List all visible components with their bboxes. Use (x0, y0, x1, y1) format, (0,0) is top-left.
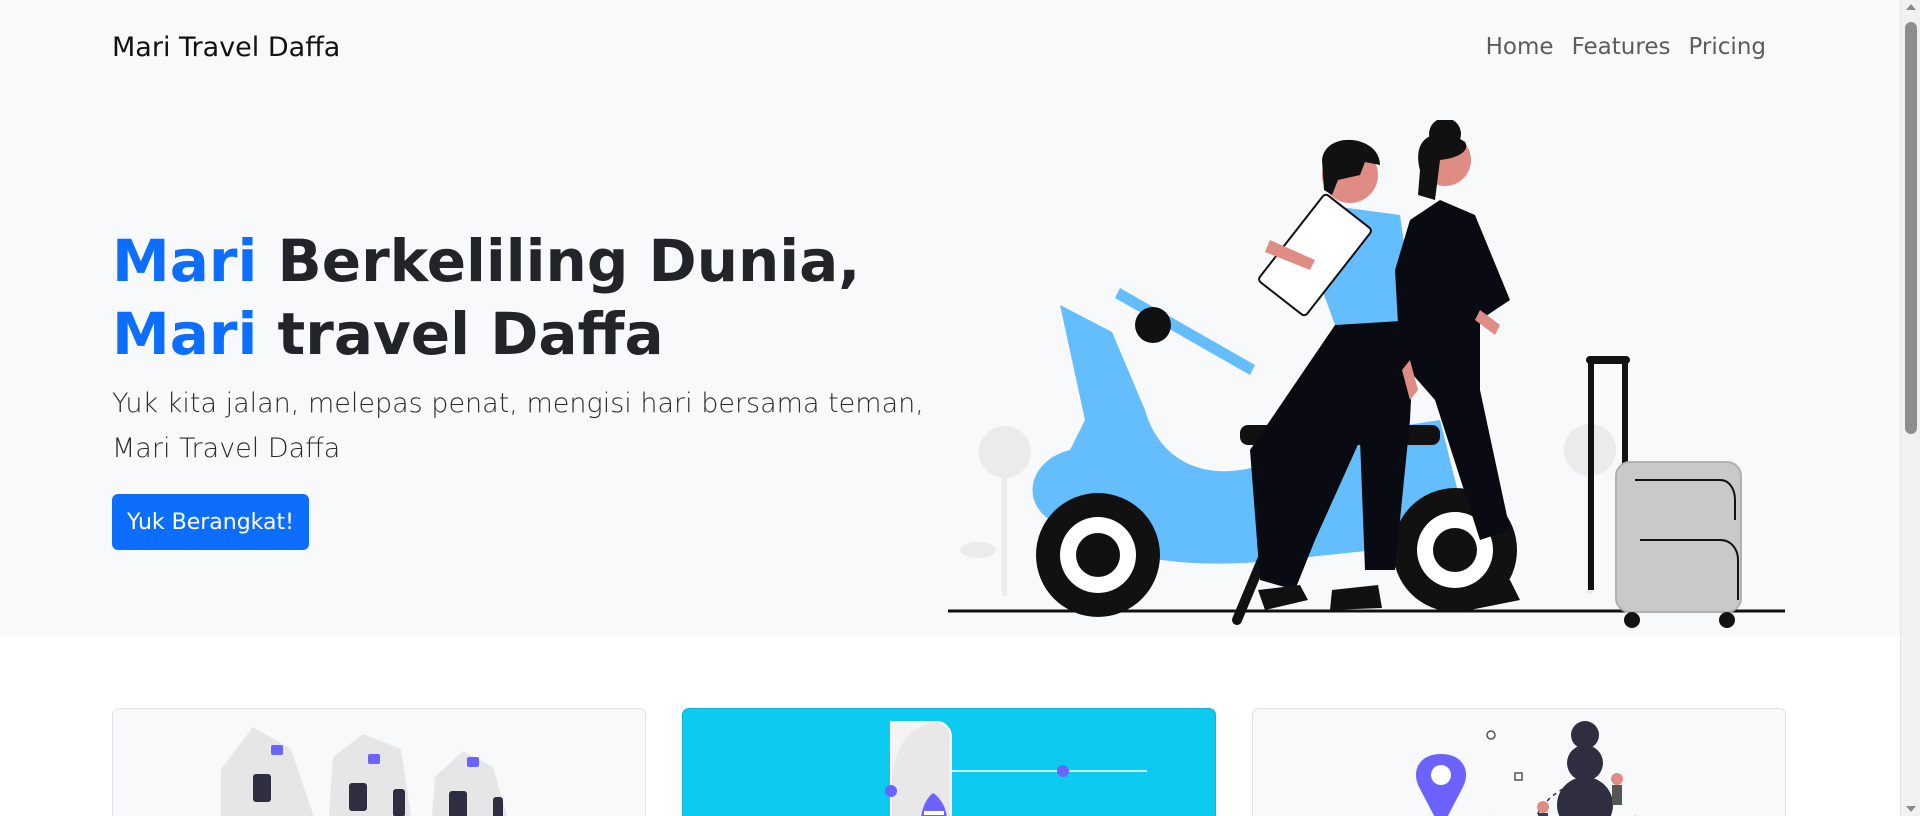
feature-cards-section (0, 636, 1900, 816)
scroll-down-arrow-icon[interactable] (1906, 806, 1916, 812)
scroll-up-arrow-icon[interactable] (1906, 4, 1916, 10)
feature-card-houses[interactable] (112, 708, 646, 816)
scooter-front-wheel (1036, 493, 1160, 617)
airplane-illustration (885, 721, 1147, 816)
map-pin-illustration (1415, 721, 1636, 816)
hero-title-text-2: travel Daffa (257, 300, 664, 368)
hero-title-accent-2: Mari (112, 300, 258, 368)
page: Mari Travel Daffa Home Features Pricing … (0, 0, 1900, 816)
suitcase (1586, 356, 1742, 628)
hero-title-text-1: Berkeliling Dunia, (257, 227, 861, 295)
feature-card-map-pin[interactable] (1252, 708, 1786, 816)
couple-scooter-illustration (948, 120, 1785, 628)
nav-link-home[interactable]: Home (1477, 34, 1563, 60)
hero-title-accent-1: Mari (112, 227, 258, 295)
flower-decoration-left (960, 426, 1031, 596)
scrollbar-thumb[interactable] (1905, 22, 1917, 434)
cta-button[interactable]: Yuk Berangkat! (112, 494, 309, 550)
hero-section: Mari Travel Daffa Home Features Pricing … (0, 0, 1900, 636)
feature-card-airplane[interactable] (682, 708, 1216, 816)
scooter-handlebar (1115, 288, 1255, 375)
houses-illustration (221, 727, 508, 816)
hero-lead: Yuk kita jalan, melepas penat, mengisi h… (112, 388, 924, 464)
page-scrollbar[interactable] (1900, 0, 1920, 816)
navbar-links: Home Features Pricing (1477, 34, 1775, 60)
nav-link-pricing[interactable]: Pricing (1679, 34, 1775, 60)
hero-title: Mari Berkeliling Dunia, Mari travel Daff… (112, 225, 932, 371)
navbar-brand[interactable]: Mari Travel Daffa (112, 32, 340, 63)
nav-link-features[interactable]: Features (1563, 34, 1680, 60)
